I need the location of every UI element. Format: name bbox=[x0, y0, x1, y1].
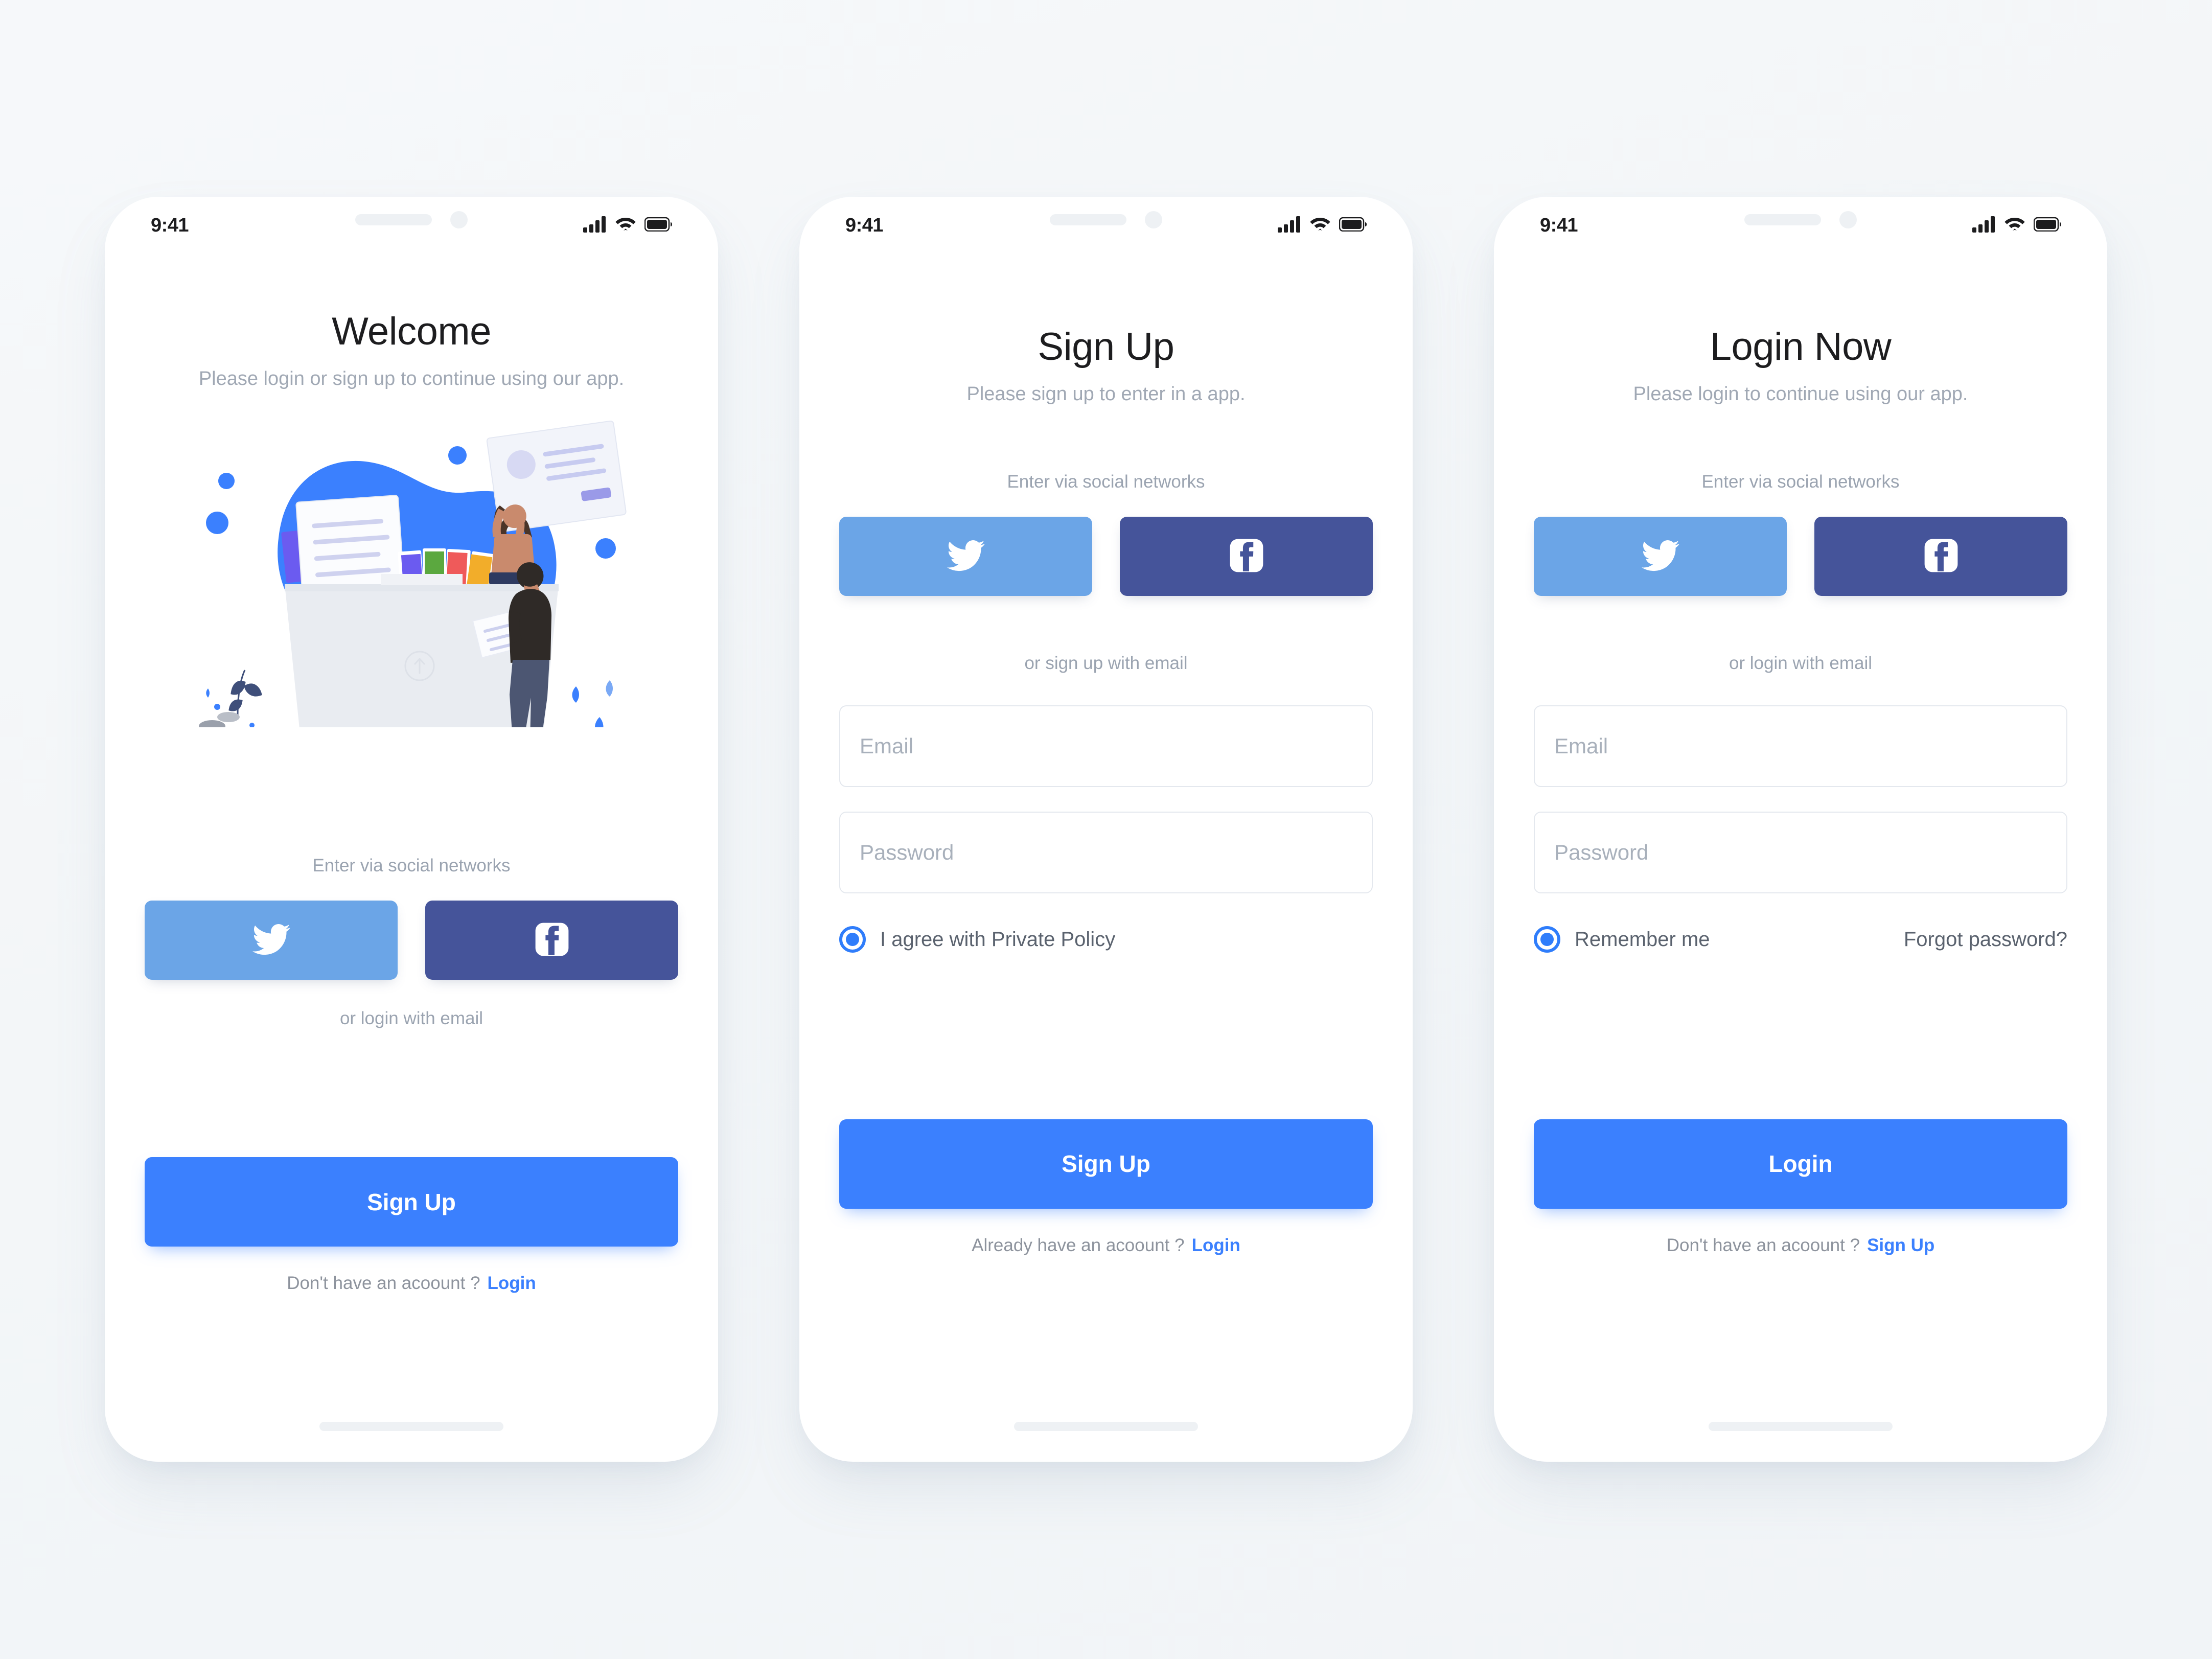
cellular-signal-icon bbox=[1972, 216, 1996, 235]
social-buttons-row bbox=[1534, 517, 2067, 596]
status-icons bbox=[1972, 216, 2061, 235]
signup-footnote: Don't have an acoount ? Login bbox=[145, 1273, 678, 1294]
signup-button[interactable]: Sign Up bbox=[839, 1119, 1373, 1209]
phone-mockup-signup: 9:41 Sign Up Please sign up to enter in … bbox=[799, 197, 1413, 1462]
social-buttons-row bbox=[839, 517, 1373, 596]
phone-mockup-login: 9:41 Login Now Please login to continue … bbox=[1494, 197, 2107, 1462]
wifi-icon bbox=[615, 216, 636, 235]
social-buttons-row bbox=[145, 901, 678, 980]
page-title: Welcome bbox=[332, 310, 491, 353]
signup-footnote: Don't have an acoount ? Sign Up bbox=[1534, 1235, 2067, 1256]
email-input[interactable] bbox=[1534, 705, 2067, 787]
facebook-signup-button[interactable] bbox=[1120, 517, 1373, 596]
social-networks-label: Enter via social networks bbox=[312, 856, 511, 875]
password-input[interactable] bbox=[839, 812, 1373, 893]
screen-login: Login Now Please login to continue using… bbox=[1494, 243, 2107, 1462]
battery-icon bbox=[644, 217, 672, 234]
page-subtitle: Please login to continue using our app. bbox=[1633, 383, 1968, 405]
status-time: 9:41 bbox=[151, 214, 189, 236]
home-indicator[interactable] bbox=[1709, 1422, 1893, 1431]
status-time: 9:41 bbox=[1540, 214, 1578, 236]
facebook-login-button[interactable] bbox=[425, 901, 678, 980]
forgot-password-link[interactable]: Forgot password? bbox=[1904, 928, 2067, 951]
footnote-text: Already have an acoount ? bbox=[972, 1235, 1185, 1255]
page-title: Login Now bbox=[1710, 325, 1892, 368]
password-input[interactable] bbox=[1534, 812, 2067, 893]
login-link[interactable]: Login bbox=[1192, 1235, 1240, 1255]
status-bar: 9:41 bbox=[1494, 208, 2107, 243]
footnote-text: Don't have an acoount ? bbox=[287, 1273, 480, 1293]
twitter-login-button[interactable] bbox=[145, 901, 398, 980]
email-signup-label: or sign up with email bbox=[1024, 653, 1188, 673]
upload-documents-illustration bbox=[145, 421, 678, 727]
private-policy-label: I agree with Private Policy bbox=[880, 928, 1116, 951]
email-login-label: or login with email bbox=[339, 1008, 483, 1028]
remember-me-radio[interactable] bbox=[1534, 926, 1560, 953]
signup-link[interactable]: Sign Up bbox=[1867, 1235, 1934, 1255]
screenshot-canvas: 9:41 Welcome Please login or sign up to … bbox=[0, 0, 2212, 1659]
private-policy-row: I agree with Private Policy bbox=[839, 926, 1373, 953]
status-bar: 9:41 bbox=[799, 208, 1413, 243]
wifi-icon bbox=[2004, 216, 2025, 235]
status-icons bbox=[583, 216, 672, 235]
cellular-signal-icon bbox=[583, 216, 607, 235]
twitter-bird-icon bbox=[252, 920, 290, 960]
phone-mockup-welcome: 9:41 Welcome Please login or sign up to … bbox=[105, 197, 718, 1462]
twitter-bird-icon bbox=[947, 537, 985, 576]
twitter-bird-icon bbox=[1641, 537, 1679, 576]
social-networks-label: Enter via social networks bbox=[1701, 472, 1900, 492]
battery-icon bbox=[1339, 217, 1367, 234]
status-bar: 9:41 bbox=[105, 208, 718, 243]
twitter-signup-button[interactable] bbox=[839, 517, 1092, 596]
facebook-f-icon bbox=[1922, 537, 1960, 576]
page-subtitle: Please sign up to enter in a app. bbox=[966, 383, 1246, 405]
email-login-label: or login with email bbox=[1729, 653, 1873, 673]
signup-button[interactable]: Sign Up bbox=[145, 1157, 678, 1247]
screen-welcome: Welcome Please login or sign up to conti… bbox=[105, 243, 718, 1462]
footnote-text: Don't have an acoount ? bbox=[1666, 1235, 1860, 1255]
cellular-signal-icon bbox=[1278, 216, 1301, 235]
facebook-login-button[interactable] bbox=[1814, 517, 2067, 596]
facebook-f-icon bbox=[533, 920, 571, 960]
wifi-icon bbox=[1309, 216, 1331, 235]
remember-forgot-row: Remember me Forgot password? bbox=[1534, 926, 2067, 953]
remember-me-label: Remember me bbox=[1575, 928, 1710, 951]
login-link[interactable]: Login bbox=[488, 1273, 536, 1293]
home-indicator[interactable] bbox=[1014, 1422, 1198, 1431]
battery-icon bbox=[2033, 217, 2061, 234]
home-indicator[interactable] bbox=[319, 1422, 503, 1431]
private-policy-radio[interactable] bbox=[839, 926, 866, 953]
login-button[interactable]: Login bbox=[1534, 1119, 2067, 1209]
screen-signup: Sign Up Please sign up to enter in a app… bbox=[799, 243, 1413, 1462]
login-footnote: Already have an acoount ? Login bbox=[839, 1235, 1373, 1256]
status-time: 9:41 bbox=[845, 214, 884, 236]
facebook-f-icon bbox=[1228, 537, 1265, 576]
status-icons bbox=[1278, 216, 1367, 235]
social-networks-label: Enter via social networks bbox=[1007, 472, 1205, 492]
page-subtitle: Please login or sign up to continue usin… bbox=[198, 368, 625, 389]
twitter-login-button[interactable] bbox=[1534, 517, 1787, 596]
page-title: Sign Up bbox=[1038, 325, 1174, 368]
email-input[interactable] bbox=[839, 705, 1373, 787]
